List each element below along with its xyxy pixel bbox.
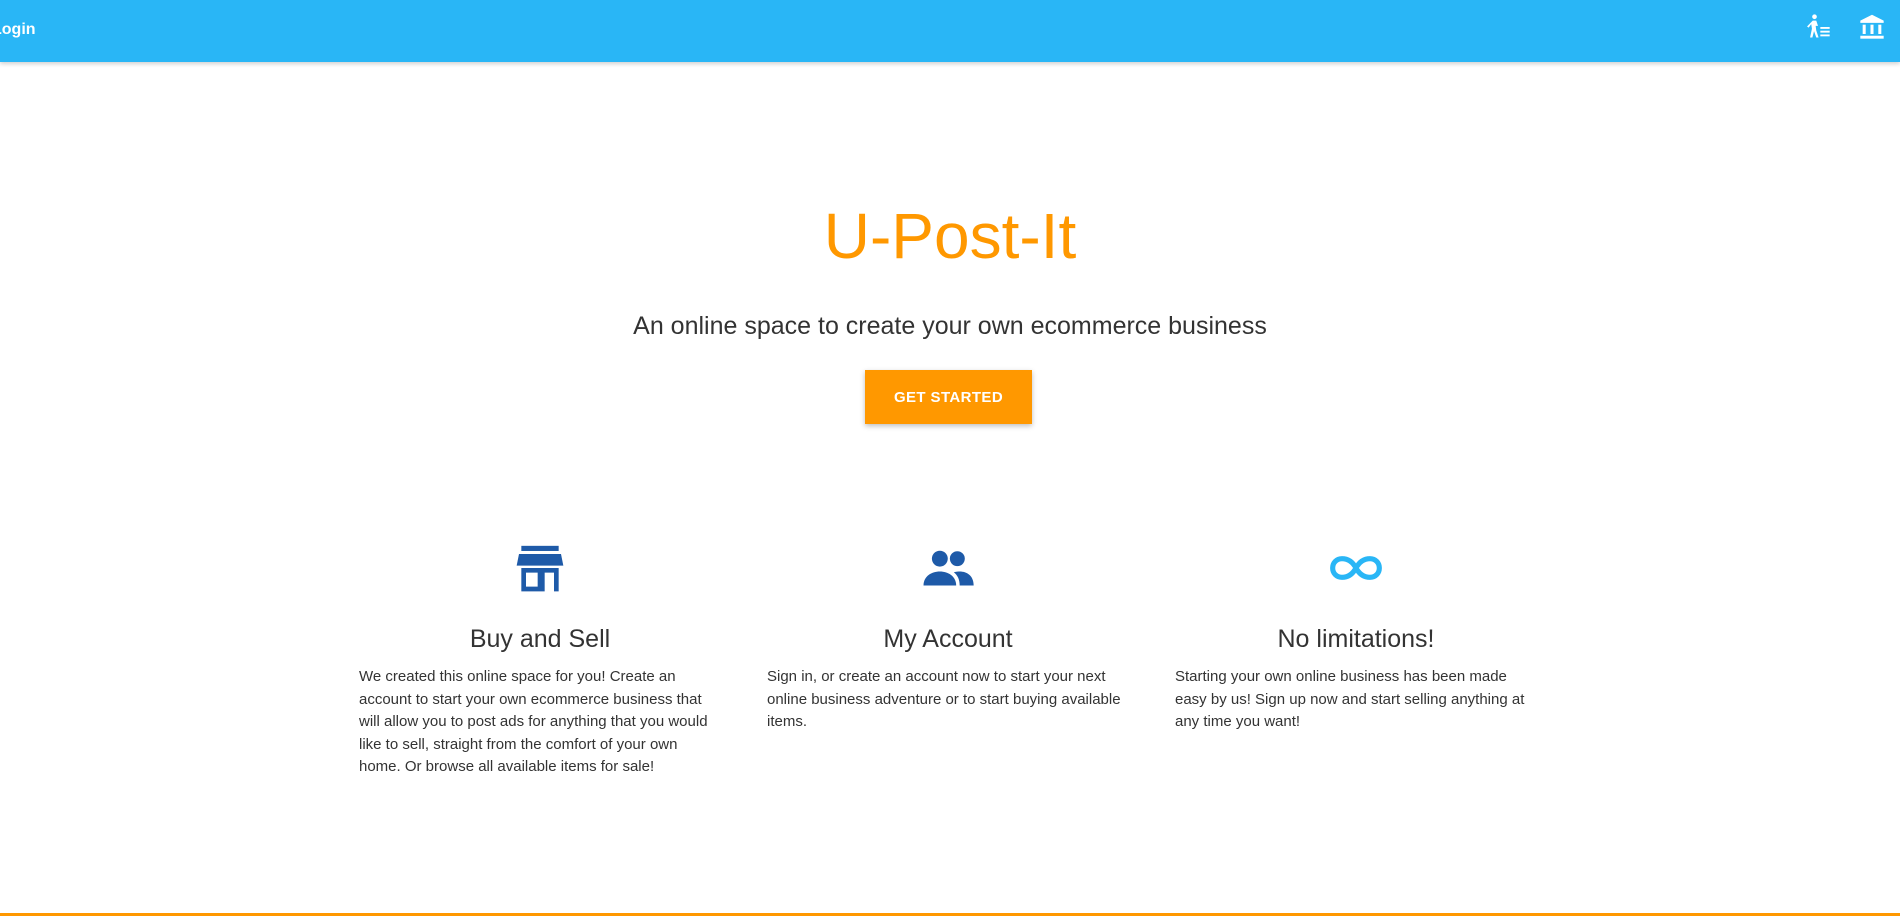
feature-description: We created this online space for you! Cr…: [359, 668, 708, 775]
feature-my-account: My Account Sign in, or create an account…: [767, 540, 1129, 730]
bank-icon[interactable]: [1858, 13, 1886, 41]
feature-title: My Account: [883, 625, 1013, 653]
feature-buy-and-sell: Buy and Sell We created this online spac…: [359, 540, 721, 775]
cart-icon[interactable]: [1804, 13, 1832, 41]
hero-subtitle: An online space to create your own ecomm…: [633, 312, 1267, 340]
top-navbar: Login: [0, 0, 1900, 62]
get-started-button[interactable]: GET STARTED: [865, 370, 1032, 424]
feature-title: Buy and Sell: [469, 625, 611, 653]
infinity-icon: [1328, 540, 1384, 596]
feature-title: No limitations!: [1277, 625, 1435, 653]
feature-no-limitations: No limitations! Starting your own online…: [1175, 540, 1537, 730]
store-icon: [512, 540, 568, 596]
people-icon: [920, 540, 976, 596]
feature-description: Starting your own online business has be…: [1175, 668, 1525, 730]
feature-description: Sign in, or create an account now to sta…: [767, 668, 1121, 730]
login-link[interactable]: Login: [0, 0, 36, 62]
hero-title: U-Post-It: [823, 200, 1077, 272]
